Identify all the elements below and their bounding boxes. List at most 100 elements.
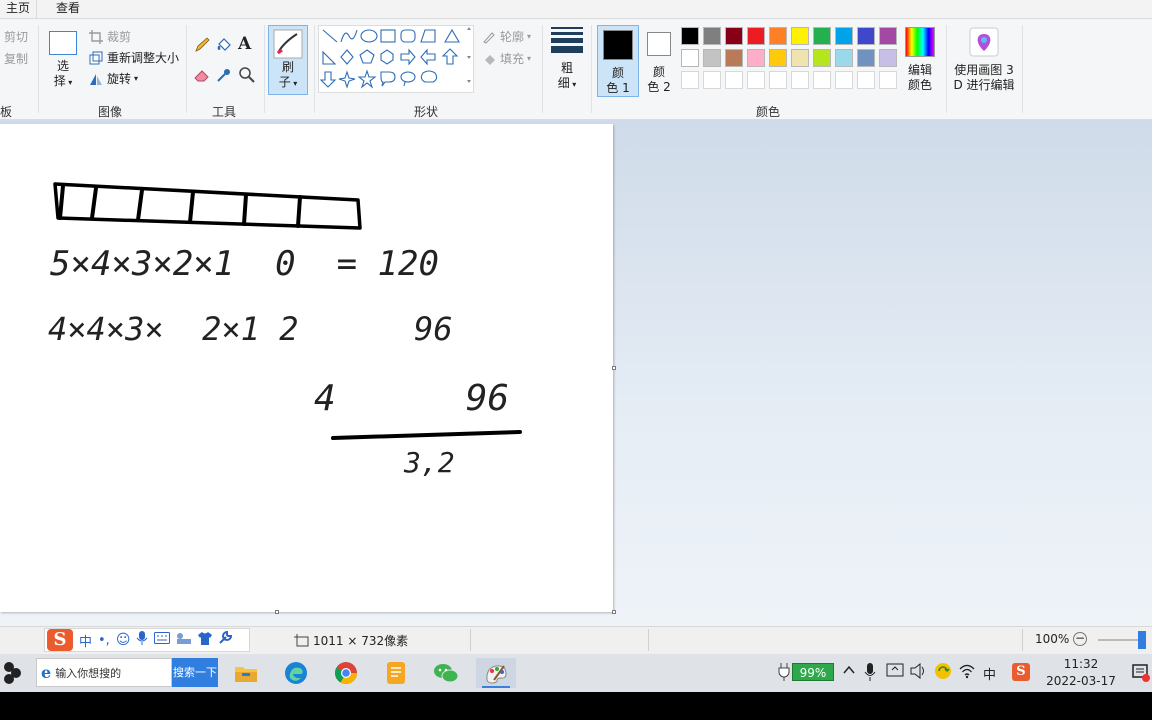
size-button[interactable]: 粗 细 ▾ (547, 27, 587, 92)
shapes-gallery[interactable] (318, 25, 474, 93)
palette-custom-slot[interactable] (857, 71, 875, 89)
color2-button[interactable]: 颜 色 2 (640, 25, 678, 97)
palette-color-swatch[interactable] (681, 49, 699, 67)
search-box[interactable]: e 输入你想搜的 (36, 658, 172, 687)
wrench-icon[interactable] (218, 630, 233, 649)
show-hidden-icons-chevron-up-icon[interactable] (842, 663, 856, 680)
palette-custom-slot[interactable] (813, 71, 831, 89)
resize-button[interactable]: 重新调整大小 (88, 49, 179, 66)
cut-button[interactable]: 剪切 (4, 28, 28, 45)
clock[interactable]: 11:32 2022-03-17 (1042, 656, 1120, 690)
palette-color-swatch[interactable] (835, 49, 853, 67)
taskbar-edge[interactable] (276, 658, 316, 688)
microphone-icon[interactable] (136, 631, 148, 649)
palette-color-swatch[interactable] (769, 49, 787, 67)
text-tool-icon[interactable]: A (238, 34, 251, 54)
divider (946, 25, 947, 113)
select-button[interactable]: 选 择 ▾ (46, 31, 80, 90)
resize-handle-bottom[interactable] (275, 610, 279, 614)
palette-color-swatch[interactable] (835, 27, 853, 45)
input-method-indicator[interactable]: 中 (983, 664, 996, 683)
toolbox-icon[interactable] (176, 632, 192, 648)
taskbar-paint[interactable] (476, 658, 516, 688)
taskbar-chrome[interactable] (326, 658, 366, 688)
resize-icon (88, 50, 104, 66)
palette-custom-slot[interactable] (681, 71, 699, 89)
keyboard-icon[interactable] (154, 632, 171, 648)
wifi-icon[interactable] (958, 663, 976, 682)
palette-color-swatch[interactable] (681, 27, 699, 45)
sogou-tray-icon[interactable]: S (1012, 663, 1030, 681)
color1-button[interactable]: 颜 色 1 (597, 25, 639, 97)
color-picker-icon[interactable] (215, 66, 233, 87)
palette-color-swatch[interactable] (857, 49, 875, 67)
palette-color-swatch[interactable] (769, 27, 787, 45)
palette-color-swatch[interactable] (791, 27, 809, 45)
resize-handle-corner[interactable] (612, 610, 616, 614)
ime-toolbar[interactable]: S 中 •, ☺ (44, 628, 250, 652)
zoom-slider-track[interactable] (1098, 639, 1142, 641)
drawing-canvas[interactable]: 5×4×3×2×1 0 = 120 4×4×3× 2×1 2 96 4 96 3… (0, 124, 613, 612)
paint3d-button[interactable]: 使用画图 3 D 进行编辑 (950, 27, 1018, 93)
zoom-out-button[interactable]: − (1073, 632, 1087, 646)
palette-custom-slot[interactable] (703, 71, 721, 89)
sync-status-icon[interactable] (934, 662, 952, 683)
clock-date: 2022-03-17 (1046, 674, 1116, 688)
fill-bucket-icon[interactable] (215, 36, 233, 57)
outline-dropdown[interactable]: 轮廓 ▾ (481, 28, 531, 45)
resize-handle-right[interactable] (612, 366, 616, 370)
ime-punctuation[interactable]: •, (98, 633, 110, 648)
palette-color-swatch[interactable] (879, 27, 897, 45)
rotate-button[interactable]: 旋转 ▾ (88, 70, 138, 87)
palette-custom-slot[interactable] (769, 71, 787, 89)
shapes-group-label: 形状 (413, 105, 438, 119)
power-plug-icon[interactable] (777, 663, 791, 684)
magnifier-icon[interactable] (238, 66, 256, 87)
crop-button[interactable]: 裁剪 (88, 28, 131, 45)
fill-dropdown[interactable]: 填充 ▾ (481, 50, 531, 67)
start-menu-icon[interactable] (0, 660, 24, 689)
palette-custom-slot[interactable] (725, 71, 743, 89)
emoji-icon[interactable]: ☺ (116, 632, 131, 648)
skin-shirt-icon[interactable] (198, 631, 213, 649)
palette-color-swatch[interactable] (725, 27, 743, 45)
status-bar: S 中 •, ☺ 1011 × 732像素 100% − (0, 626, 1152, 654)
screen-cast-icon[interactable] (886, 663, 904, 682)
image-group-label: 图像 (97, 105, 122, 119)
notification-center-icon[interactable] (1132, 664, 1150, 685)
ime-chinese-mode[interactable]: 中 (79, 631, 92, 650)
brush-icon (273, 29, 303, 59)
palette-custom-slot[interactable] (879, 71, 897, 89)
palette-color-swatch[interactable] (813, 49, 831, 67)
tab-view[interactable]: 查看 (50, 0, 86, 18)
palette-color-swatch[interactable] (725, 49, 743, 67)
chrome-browser-icon (335, 662, 357, 684)
microphone-tray-icon[interactable] (864, 663, 876, 684)
battery-indicator[interactable]: 99% (792, 663, 834, 681)
palette-custom-slot[interactable] (791, 71, 809, 89)
edit-colors-button[interactable]: 编辑 颜色 (900, 27, 940, 93)
taskbar-notes-app[interactable] (376, 658, 416, 688)
copy-button[interactable]: 复制 (4, 50, 28, 67)
search-button[interactable]: 搜索一下 (172, 658, 218, 687)
taskbar-wechat[interactable] (426, 658, 466, 688)
eraser-icon[interactable] (193, 66, 211, 87)
palette-color-swatch[interactable] (703, 49, 721, 67)
volume-icon[interactable] (910, 662, 928, 682)
palette-color-swatch[interactable] (747, 49, 765, 67)
palette-color-swatch[interactable] (879, 49, 897, 67)
palette-custom-slot[interactable] (747, 71, 765, 89)
clipboard-group-label: 板 (0, 105, 13, 119)
palette-custom-slot[interactable] (835, 71, 853, 89)
palette-color-swatch[interactable] (703, 27, 721, 45)
palette-color-swatch[interactable] (857, 27, 875, 45)
zoom-slider-thumb[interactable] (1138, 631, 1146, 649)
taskbar-file-explorer[interactable] (226, 658, 266, 688)
brush-button[interactable]: 刷 子 ▾ (268, 25, 308, 95)
pencil-icon[interactable] (193, 36, 211, 57)
palette-color-swatch[interactable] (813, 27, 831, 45)
palette-color-swatch[interactable] (747, 27, 765, 45)
tab-home[interactable]: 主页 (0, 0, 38, 18)
windows-taskbar: e 输入你想搜的 搜索一下 99% 中 S 11:32 2022-03-17 (0, 654, 1152, 692)
palette-color-swatch[interactable] (791, 49, 809, 67)
